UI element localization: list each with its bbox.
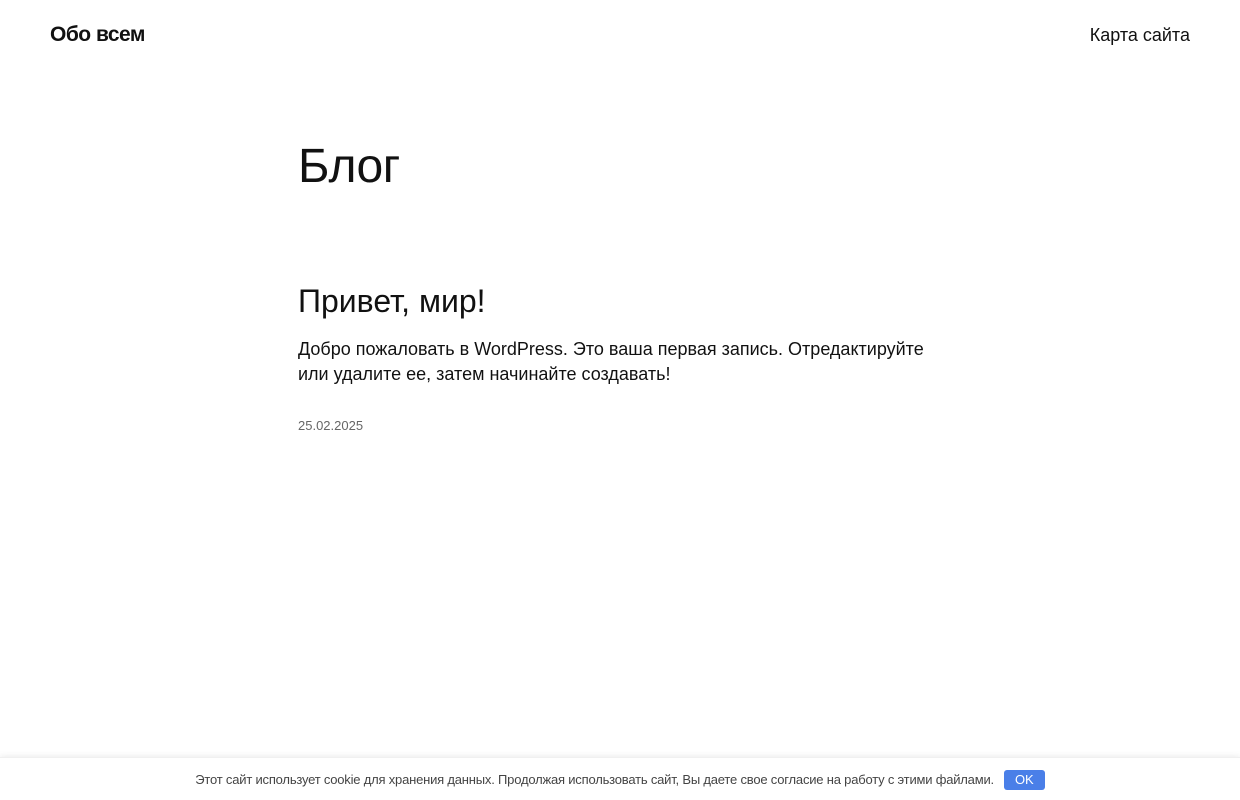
page-title: Блог: [298, 140, 400, 193]
nav-link-sitemap[interactable]: Карта сайта: [1090, 23, 1190, 47]
post-excerpt: Добро пожаловать в WordPress. Это ваша п…: [298, 339, 924, 384]
cookie-notice-text: Этот сайт использует cookie для хранения…: [195, 772, 994, 787]
post-title-link[interactable]: Привет, мир!: [298, 281, 486, 321]
cookie-accept-button[interactable]: OK: [1003, 769, 1045, 790]
post-date-link[interactable]: 25.02.2025: [298, 417, 363, 435]
page: Обо всем Карта сайта Блог Привет, мир! Д…: [0, 0, 1240, 800]
site-title-link[interactable]: Обо всем: [50, 22, 145, 48]
cookie-notice-bar: Этот сайт использует cookie для хранения…: [0, 757, 1240, 800]
